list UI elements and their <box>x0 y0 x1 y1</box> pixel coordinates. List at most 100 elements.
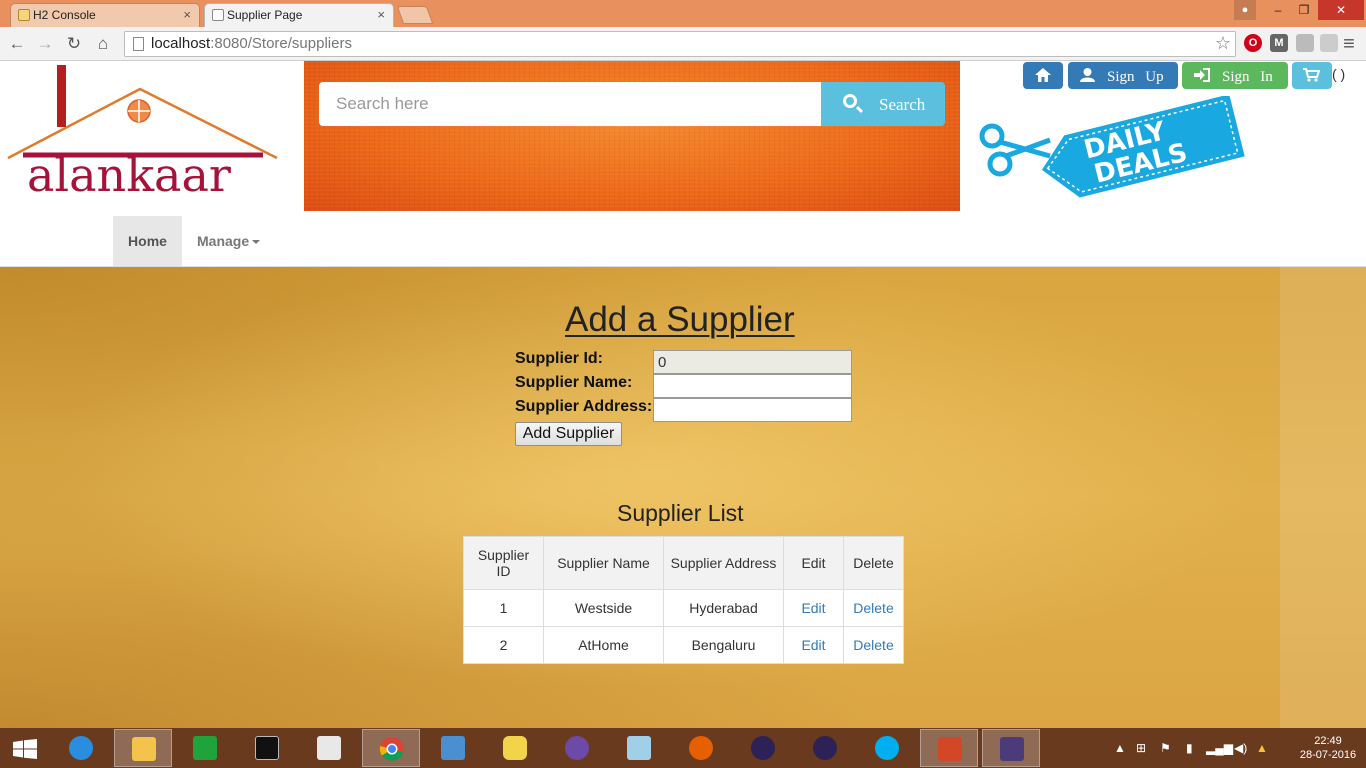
internet-explorer-taskbar[interactable] <box>52 729 110 767</box>
cart-button[interactable] <box>1292 62 1332 89</box>
cell-name: AtHome <box>543 626 664 664</box>
user-icon <box>1080 68 1095 82</box>
store-icon <box>193 736 217 760</box>
reader-icon <box>317 736 341 760</box>
browser-toolbar: ← → ↻ ⌂ localhost:8080/Store/suppliers ☆… <box>0 27 1366 61</box>
search-input[interactable] <box>319 82 822 126</box>
back-arrow-icon[interactable]: ← <box>6 33 28 55</box>
home-button[interactable] <box>1023 62 1063 89</box>
caret-down-icon <box>252 240 261 245</box>
clock-date: 28-07-2016 <box>1299 749 1357 761</box>
database-taskbar[interactable] <box>486 729 544 767</box>
notes-taskbar[interactable] <box>610 729 668 767</box>
forward-arrow-icon[interactable]: → <box>34 33 56 55</box>
drive-extension-icon[interactable] <box>1320 34 1338 52</box>
bookmark-star-icon[interactable]: ☆ <box>1215 33 1231 54</box>
extension-gray-icon[interactable] <box>1296 34 1314 52</box>
address-bar[interactable]: localhost:8080/Store/suppliers ☆ <box>124 31 1236 57</box>
page-favicon-icon <box>212 9 224 21</box>
action-center-flag-icon[interactable]: ⚑ <box>1160 728 1171 768</box>
tab-supplier-page[interactable]: Supplier Page × <box>204 3 394 27</box>
store-taskbar[interactable] <box>176 729 234 767</box>
search-button-label: Search <box>879 95 926 114</box>
sign-up-label: Sign Up <box>1107 69 1164 85</box>
cart-count: ( ) <box>1332 66 1346 82</box>
maximize-button[interactable]: ❐ <box>1290 0 1318 20</box>
extension-m-icon[interactable]: M <box>1270 34 1288 52</box>
firefox-taskbar[interactable] <box>672 729 730 767</box>
home-icon[interactable]: ⌂ <box>92 33 114 55</box>
chrome-taskbar[interactable] <box>362 729 420 767</box>
ie-icon <box>69 736 93 760</box>
skype-icon <box>875 736 899 760</box>
google-drive-icon[interactable]: ▲ <box>1256 728 1268 768</box>
reload-icon[interactable]: ↻ <box>63 33 85 55</box>
opera-extension-icon[interactable]: O <box>1244 34 1262 52</box>
nav-manage-dropdown[interactable]: Manage <box>197 216 261 266</box>
login-icon <box>1194 68 1210 82</box>
supplier-address-label: Supplier Address: <box>515 398 653 415</box>
tab-close-icon[interactable]: × <box>183 4 191 26</box>
java-ee-ide-taskbar[interactable] <box>982 729 1040 767</box>
search-button[interactable]: Search <box>821 82 945 126</box>
edit-link[interactable]: Edit <box>801 600 825 616</box>
scissors-icon <box>979 123 1051 177</box>
close-window-button[interactable]: ✕ <box>1318 0 1364 20</box>
supplier-id-field[interactable] <box>653 350 852 374</box>
database-icon <box>503 736 527 760</box>
sign-up-button[interactable]: Sign Up <box>1068 62 1178 89</box>
tab-close-icon[interactable]: × <box>377 4 385 26</box>
cell-address: Bengaluru <box>663 626 784 664</box>
main-navbar: Home Manage <box>0 215 1366 267</box>
browser-titlebar: H2 Console × Supplier Page × ● – ❐ ✕ <box>0 0 1366 27</box>
sign-in-label: Sign In <box>1222 69 1273 85</box>
java-ee-ide-icon <box>1000 737 1024 761</box>
supplier-address-field[interactable] <box>653 398 852 422</box>
table-row: 1 Westside Hyderabad Edit Delete <box>463 589 904 627</box>
file-explorer-taskbar[interactable] <box>114 729 172 767</box>
logo-text: alankaar <box>27 148 231 202</box>
powerpoint-taskbar[interactable] <box>920 729 978 767</box>
remote-desktop-taskbar[interactable] <box>424 729 482 767</box>
new-tab-button[interactable] <box>396 6 434 24</box>
windows-start-icon <box>13 739 37 759</box>
background-edge <box>1280 267 1366 728</box>
add-supplier-button[interactable]: Add Supplier <box>515 422 622 446</box>
daily-deals-banner[interactable]: DAILY DEALS <box>978 94 1250 204</box>
chrome-menu-icon[interactable]: ≡ <box>1338 33 1360 55</box>
nav-home[interactable]: Home <box>113 216 182 266</box>
minimize-button[interactable]: – <box>1264 0 1292 20</box>
cat-app-taskbar[interactable] <box>548 729 606 767</box>
url-text: localhost:8080/Store/suppliers <box>151 35 352 52</box>
start-button[interactable] <box>0 729 50 767</box>
cell-address: Hyderabad <box>663 589 784 627</box>
skype-taskbar[interactable] <box>858 729 916 767</box>
alankaar-logo[interactable]: alankaar <box>5 63 283 203</box>
reader-taskbar[interactable] <box>300 729 358 767</box>
volume-icon[interactable]: ◀) <box>1234 728 1247 768</box>
taskbar-clock[interactable]: 22:49 28-07-2016 <box>1298 734 1358 762</box>
eclipse-taskbar[interactable] <box>734 729 792 767</box>
show-hidden-icons-icon[interactable]: ▲ <box>1114 728 1126 768</box>
cell-id: 2 <box>463 626 544 664</box>
delete-link[interactable]: Delete <box>853 637 893 653</box>
cart-icon <box>1303 68 1320 82</box>
network-signal-icon[interactable]: ▂▄▆ <box>1206 728 1233 768</box>
battery-icon[interactable]: ▮ <box>1186 728 1193 768</box>
windows-taskbar: ▲ ⊞ ⚑ ▮ ▂▄▆ ◀) ▲ 22:49 28-07-2016 <box>0 728 1366 768</box>
col-delete: Delete <box>843 536 904 590</box>
sign-in-button[interactable]: Sign In <box>1182 62 1288 89</box>
cmd-taskbar[interactable] <box>238 729 296 767</box>
home-icon <box>1035 68 1051 82</box>
supplier-name-field[interactable] <box>653 374 852 398</box>
windows-flag-tray-icon[interactable]: ⊞ <box>1136 728 1146 768</box>
notes-icon <box>627 736 651 760</box>
file-explorer-icon <box>132 737 156 761</box>
delete-link[interactable]: Delete <box>853 600 893 616</box>
eclipse-taskbar-2[interactable] <box>796 729 854 767</box>
user-profile-icon[interactable]: ● <box>1234 0 1256 20</box>
table-header-row: Supplier ID Supplier Name Supplier Addre… <box>463 536 904 590</box>
firefox-icon <box>689 736 713 760</box>
edit-link[interactable]: Edit <box>801 637 825 653</box>
tab-h2-console[interactable]: H2 Console × <box>10 3 200 27</box>
